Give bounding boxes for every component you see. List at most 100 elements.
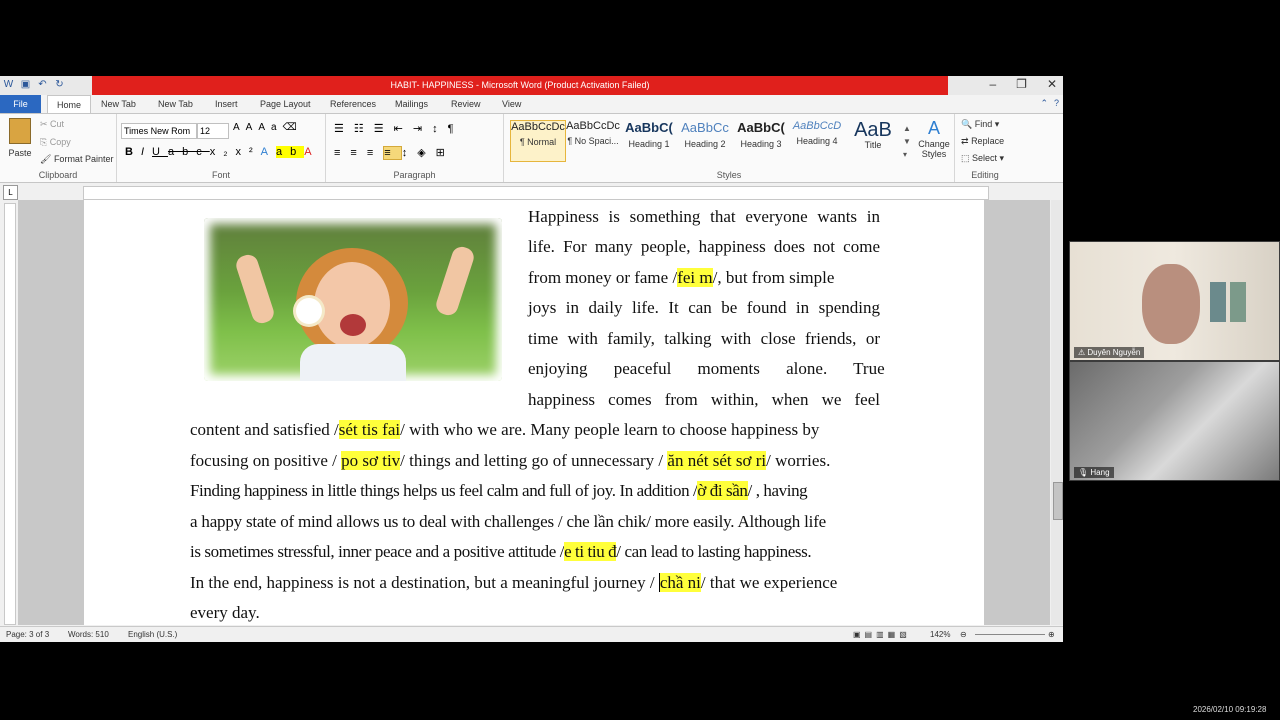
tab-page-layout[interactable]: Page Layout	[260, 95, 311, 113]
cut-button[interactable]: ✂ Cut	[40, 119, 64, 130]
font-size-value: 12	[200, 126, 211, 136]
justify-icon[interactable]: ≡	[383, 146, 402, 160]
page-count[interactable]: Page: 3 of 3	[6, 627, 49, 642]
copy-button[interactable]: ⎘ Copy	[40, 137, 71, 148]
clipboard-group-label: Clipboard	[38, 170, 78, 180]
find-icon: 🔍	[961, 119, 973, 129]
tab-mailings[interactable]: Mailings	[395, 95, 428, 113]
font-size-select[interactable]: 12	[197, 123, 229, 139]
tab-review[interactable]: Review	[451, 95, 481, 113]
participant-video-tile[interactable]: 🎙 Hang	[1069, 361, 1280, 481]
participant-name: Duyên Nguyễn	[1087, 348, 1141, 357]
tab-view[interactable]: View	[502, 95, 521, 113]
style-heading-2[interactable]: AaBbCc Heading 2	[678, 120, 732, 160]
happy-girl-image[interactable]	[204, 218, 502, 381]
line-spacing-icon[interactable]: ↕	[402, 147, 418, 159]
ribbon-collapse-icon[interactable]: ⌃	[1040, 98, 1048, 109]
numbering-icon[interactable]: ☷	[354, 123, 374, 135]
zoom-out-icon[interactable]: ⊖	[960, 627, 967, 642]
tab-file[interactable]: File	[0, 95, 41, 113]
multilevel-list-icon[interactable]: ☰	[374, 123, 394, 135]
cut-label: Cut	[50, 119, 65, 129]
font-color-icon[interactable]: A	[304, 146, 319, 158]
tab-new-tab-1[interactable]: New Tab	[101, 95, 136, 113]
underline-icon[interactable]: U	[152, 146, 168, 158]
close-button[interactable]: ✕	[1047, 77, 1057, 91]
tab-home[interactable]: Home	[47, 95, 91, 114]
horizontal-ruler[interactable]	[83, 186, 989, 200]
redo-icon[interactable]: ↻	[53, 78, 66, 91]
zoom-slider[interactable]	[975, 634, 1045, 635]
participant-avatar	[1142, 264, 1200, 344]
style-no-spacing[interactable]: AaBbCcDc ¶ No Spaci...	[566, 120, 620, 160]
paste-icon	[9, 118, 31, 144]
participant-video-tile[interactable]: ⚠ Duyên Nguyễn	[1069, 241, 1280, 361]
shading-icon[interactable]: ◈	[417, 147, 435, 159]
word-window: W ▣ ↶ ↻ HABIT- HAPPINESS - Microsoft Wor…	[0, 76, 1063, 642]
tab-insert[interactable]: Insert	[215, 95, 238, 113]
word-app-icon[interactable]: W	[2, 78, 15, 91]
quick-access-toolbar: W ▣ ↶ ↻	[2, 78, 66, 91]
bold-icon[interactable]: B	[125, 146, 141, 158]
document-area: Happiness is something that everyone wan…	[18, 200, 1050, 625]
scrollbar-thumb[interactable]	[1053, 482, 1063, 520]
replace-button[interactable]: ⇄ Replace	[961, 136, 1004, 147]
style-heading-1[interactable]: AaBbC( Heading 1	[622, 120, 676, 160]
minimize-button[interactable]: –	[989, 77, 996, 91]
subscript-icon[interactable]: x₂	[210, 146, 236, 158]
font-name-value: Times New Rom	[124, 126, 191, 136]
tab-selector[interactable]: L	[3, 185, 18, 200]
tab-new-tab-2[interactable]: New Tab	[158, 95, 193, 113]
save-icon[interactable]: ▣	[19, 78, 32, 91]
text-effects-icon[interactable]: A	[261, 146, 276, 158]
paragraph-group: ☰☷☰⇤⇥↕¶ ≡≡≡≡↕◈⊞ Paragraph	[326, 114, 504, 182]
format-painter-button[interactable]: 🖌 Format Painter	[40, 154, 113, 165]
decrease-indent-icon[interactable]: ⇤	[394, 123, 413, 135]
align-center-icon[interactable]: ≡	[350, 147, 366, 159]
sort-icon[interactable]: ↕	[432, 123, 448, 135]
ribbon-tabs: File Home New Tab New Tab Insert Page La…	[0, 95, 1063, 114]
superscript-icon[interactable]: x²	[236, 146, 261, 158]
style-heading-3[interactable]: AaBbC( Heading 3	[734, 120, 788, 160]
style-preview: AaBbCc	[681, 120, 729, 135]
find-button[interactable]: 🔍 Find ▾	[961, 119, 999, 130]
tab-references[interactable]: References	[330, 95, 376, 113]
zoom-level[interactable]: 142%	[930, 627, 950, 642]
align-right-icon[interactable]: ≡	[367, 147, 383, 159]
styles-scroll-icon[interactable]: ▲ ▼ ▾	[903, 122, 911, 161]
restore-button[interactable]: ❐	[1016, 77, 1027, 91]
bullets-icon[interactable]: ☰	[334, 123, 354, 135]
grow-font-icon[interactable]: A	[233, 122, 246, 133]
font-name-select[interactable]: Times New Rom	[121, 123, 197, 139]
recording-timestamp: 2026/02/10 09:19:28	[1193, 705, 1267, 714]
style-name: Heading 2	[684, 139, 726, 149]
select-button[interactable]: ⬚ Select ▾	[961, 153, 1004, 164]
text-line: is sometimes stressful, inner peace and …	[190, 542, 812, 561]
borders-icon[interactable]: ⊞	[436, 147, 455, 159]
style-heading-4[interactable]: AaBbCcD Heading 4	[790, 120, 844, 160]
document-page[interactable]: Happiness is something that everyone wan…	[84, 200, 984, 625]
help-icon[interactable]: ?	[1054, 98, 1059, 109]
clear-formatting-icon[interactable]: ⌫	[283, 122, 303, 133]
show-marks-icon[interactable]: ¶	[448, 123, 464, 135]
align-left-icon[interactable]: ≡	[334, 147, 350, 159]
paste-button[interactable]: Paste	[6, 118, 34, 158]
text-line: from money or fame /fei m/, but from sim…	[528, 268, 835, 287]
zoom-in-icon[interactable]: ⊕	[1048, 627, 1055, 642]
style-preview: AaBbC(	[625, 120, 673, 135]
vertical-scrollbar[interactable]	[1051, 200, 1063, 625]
strikethrough-icon[interactable]: abc	[168, 146, 210, 158]
increase-indent-icon[interactable]: ⇥	[413, 123, 432, 135]
undo-icon[interactable]: ↶	[36, 78, 49, 91]
italic-icon[interactable]: I	[141, 146, 152, 158]
style-title[interactable]: AaB Title	[846, 120, 900, 160]
view-buttons[interactable]: ▣▤▥▦▧	[853, 627, 911, 642]
text-line: Finding happiness in little things helps…	[190, 481, 808, 500]
change-case-icon[interactable]: Aa	[258, 122, 282, 133]
word-count[interactable]: Words: 510	[68, 627, 109, 642]
style-normal[interactable]: AaBbCcDc ¶ Normal	[510, 120, 566, 162]
change-styles-button[interactable]: A Change Styles	[916, 118, 952, 159]
shrink-font-icon[interactable]: A	[246, 122, 259, 133]
highlight-icon[interactable]: ab	[276, 146, 305, 158]
language-indicator[interactable]: English (U.S.)	[128, 627, 177, 642]
